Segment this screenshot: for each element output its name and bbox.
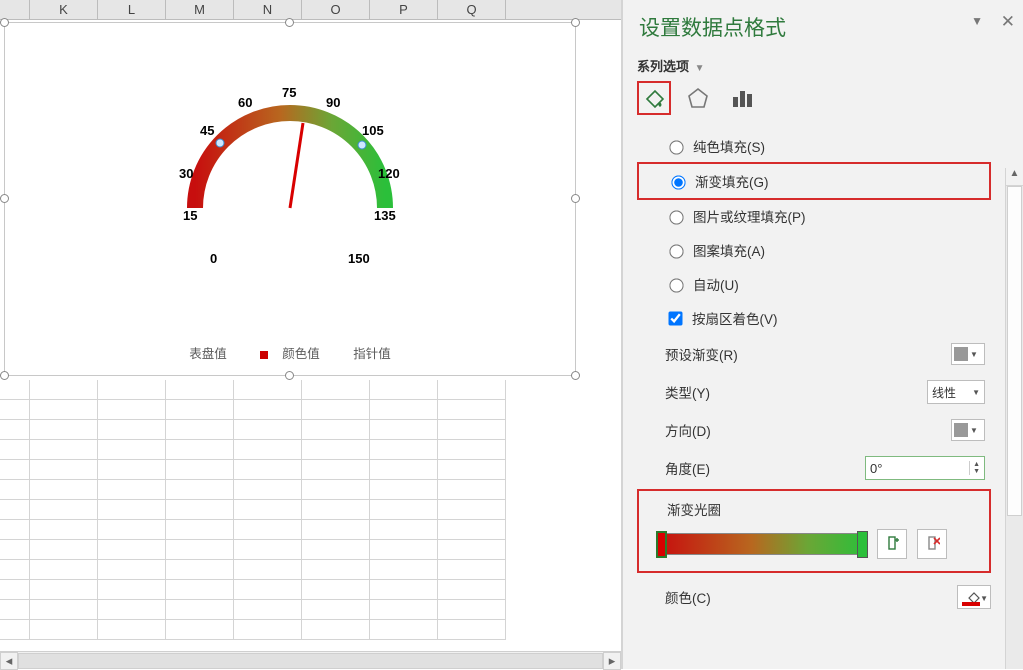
col-header[interactable] — [0, 0, 30, 19]
gradient-stop-handle[interactable] — [656, 531, 667, 558]
resize-handle[interactable] — [285, 18, 294, 27]
angle-input[interactable]: 0° ▲▼ — [865, 456, 985, 480]
add-stop-button[interactable] — [877, 529, 907, 559]
resize-handle[interactable] — [571, 18, 580, 27]
tick-150: 150 — [348, 251, 370, 266]
col-header-l[interactable]: L — [98, 0, 166, 19]
tick-60: 60 — [238, 95, 252, 110]
scroll-right-icon[interactable]: ▸ — [603, 652, 621, 670]
spinner-icon[interactable]: ▲▼ — [969, 461, 980, 475]
tab-fill-line[interactable] — [637, 81, 671, 115]
tick-75: 75 — [282, 85, 296, 100]
chevron-down-icon: ▼ — [970, 426, 978, 435]
format-icon-tabs — [637, 81, 1013, 115]
chart-legend: 表盘值 颜色值 指针值 — [5, 343, 575, 362]
gauge: 0 15 30 45 60 75 90 105 120 135 150 — [170, 73, 410, 313]
col-header-o[interactable]: O — [302, 0, 370, 19]
resize-handle[interactable] — [285, 371, 294, 380]
series-options-dropdown[interactable]: 系列选项 ▼ — [637, 56, 1013, 75]
prop-gradient-angle: 角度(E) 0° ▲▼ — [637, 449, 991, 487]
chevron-down-icon: ▼ — [972, 388, 980, 397]
radio-solid-fill[interactable]: 纯色填充(S) — [637, 129, 991, 163]
legend-item[interactable]: 表盘值 — [189, 347, 227, 361]
column-headers: K L M N O P Q — [0, 0, 621, 20]
radio-auto-fill[interactable]: 自动(U) — [637, 267, 991, 301]
paint-bucket-icon — [643, 87, 665, 109]
gauge-chart[interactable]: 0 15 30 45 60 75 90 105 120 135 150 表盘值 … — [4, 22, 576, 376]
prop-gradient-type: 类型(Y) 线性 ▼ — [637, 373, 991, 411]
gradient-stop-handle[interactable] — [857, 531, 868, 558]
col-header-m[interactable]: M — [166, 0, 234, 19]
tab-series-options[interactable] — [725, 81, 759, 115]
pentagon-icon — [687, 87, 709, 109]
scroll-track[interactable] — [18, 653, 603, 669]
remove-stop-button[interactable] — [917, 529, 947, 559]
tab-effects[interactable] — [681, 81, 715, 115]
chevron-down-icon: ▼ — [695, 63, 705, 74]
swatch-icon — [954, 423, 968, 437]
spreadsheet-area: K L M N O P Q — [0, 0, 622, 669]
col-header-k[interactable]: K — [30, 0, 98, 19]
tick-105: 105 — [362, 123, 384, 138]
tick-90: 90 — [326, 95, 340, 110]
pane-title: 设置数据点格式 — [639, 12, 1013, 42]
prop-preset-gradient: 预设渐变(R) ▼ — [637, 335, 991, 373]
gradient-type-select[interactable]: 线性 ▼ — [927, 380, 985, 404]
chevron-down-icon: ▼ — [980, 594, 988, 603]
resize-handle[interactable] — [0, 371, 9, 380]
tick-45: 45 — [200, 123, 214, 138]
legend-item[interactable]: 颜色值 — [250, 347, 330, 361]
radio-pattern-fill[interactable]: 图案填充(A) — [637, 233, 991, 267]
resize-handle[interactable] — [571, 194, 580, 203]
bar-chart-icon — [731, 87, 753, 109]
pane-menu-icon[interactable]: ▼ — [971, 14, 983, 28]
radio-picture-fill[interactable]: 图片或纹理填充(P) — [637, 199, 991, 233]
swatch-icon — [954, 347, 968, 361]
close-icon[interactable]: ✕ — [1001, 12, 1015, 32]
pane-vertical-scrollbar[interactable]: ▲ — [1005, 168, 1023, 669]
gradient-bar[interactable] — [657, 533, 867, 555]
resize-handle[interactable] — [0, 18, 9, 27]
legend-swatch-icon — [260, 351, 268, 359]
color-picker[interactable]: ▼ — [957, 585, 991, 609]
col-header-n[interactable]: N — [234, 0, 302, 19]
tick-0: 0 — [210, 251, 217, 266]
format-pane: ▼ ✕ 设置数据点格式 系列选项 ▼ 纯色填充(S) — [622, 0, 1023, 669]
tick-15: 15 — [183, 208, 197, 223]
fill-options: 纯色填充(S) 渐变填充(G) 图片或纹理填充(P) 图案填充(A) 自动(U)… — [637, 129, 1013, 609]
tick-120: 120 — [378, 166, 400, 181]
tick-30: 30 — [179, 166, 193, 181]
prop-gradient-direction: 方向(D) ▼ — [637, 411, 991, 449]
col-header-p[interactable]: P — [370, 0, 438, 19]
scroll-up-icon[interactable]: ▲ — [1006, 168, 1023, 186]
direction-picker[interactable]: ▼ — [951, 419, 985, 441]
prop-stop-color: 颜色(C) ▼ — [637, 585, 991, 609]
gradient-stops-label: 渐变光圈 — [667, 499, 981, 519]
col-header-q[interactable]: Q — [438, 0, 506, 19]
color-swatch-icon — [962, 602, 980, 606]
radio-gradient-fill[interactable]: 渐变填充(G) — [639, 164, 989, 198]
resize-handle[interactable] — [0, 194, 9, 203]
preset-gradient-picker[interactable]: ▼ — [951, 343, 985, 365]
cell-grid[interactable] — [0, 380, 621, 651]
tick-135: 135 — [374, 208, 396, 223]
scroll-thumb[interactable] — [1007, 186, 1022, 516]
gradient-stops-section: 渐变光圈 — [637, 489, 991, 573]
add-stop-icon — [884, 535, 900, 553]
horizontal-scrollbar[interactable]: ◂ ▸ — [0, 651, 621, 669]
scroll-left-icon[interactable]: ◂ — [0, 652, 18, 670]
chevron-down-icon: ▼ — [970, 350, 978, 359]
resize-handle[interactable] — [571, 371, 580, 380]
highlight-box: 渐变填充(G) — [637, 162, 991, 200]
legend-item[interactable]: 指针值 — [353, 347, 391, 361]
check-vary-colors[interactable]: 按扇区着色(V) — [637, 301, 991, 335]
remove-stop-icon — [924, 535, 940, 553]
gauge-svg — [170, 73, 410, 313]
